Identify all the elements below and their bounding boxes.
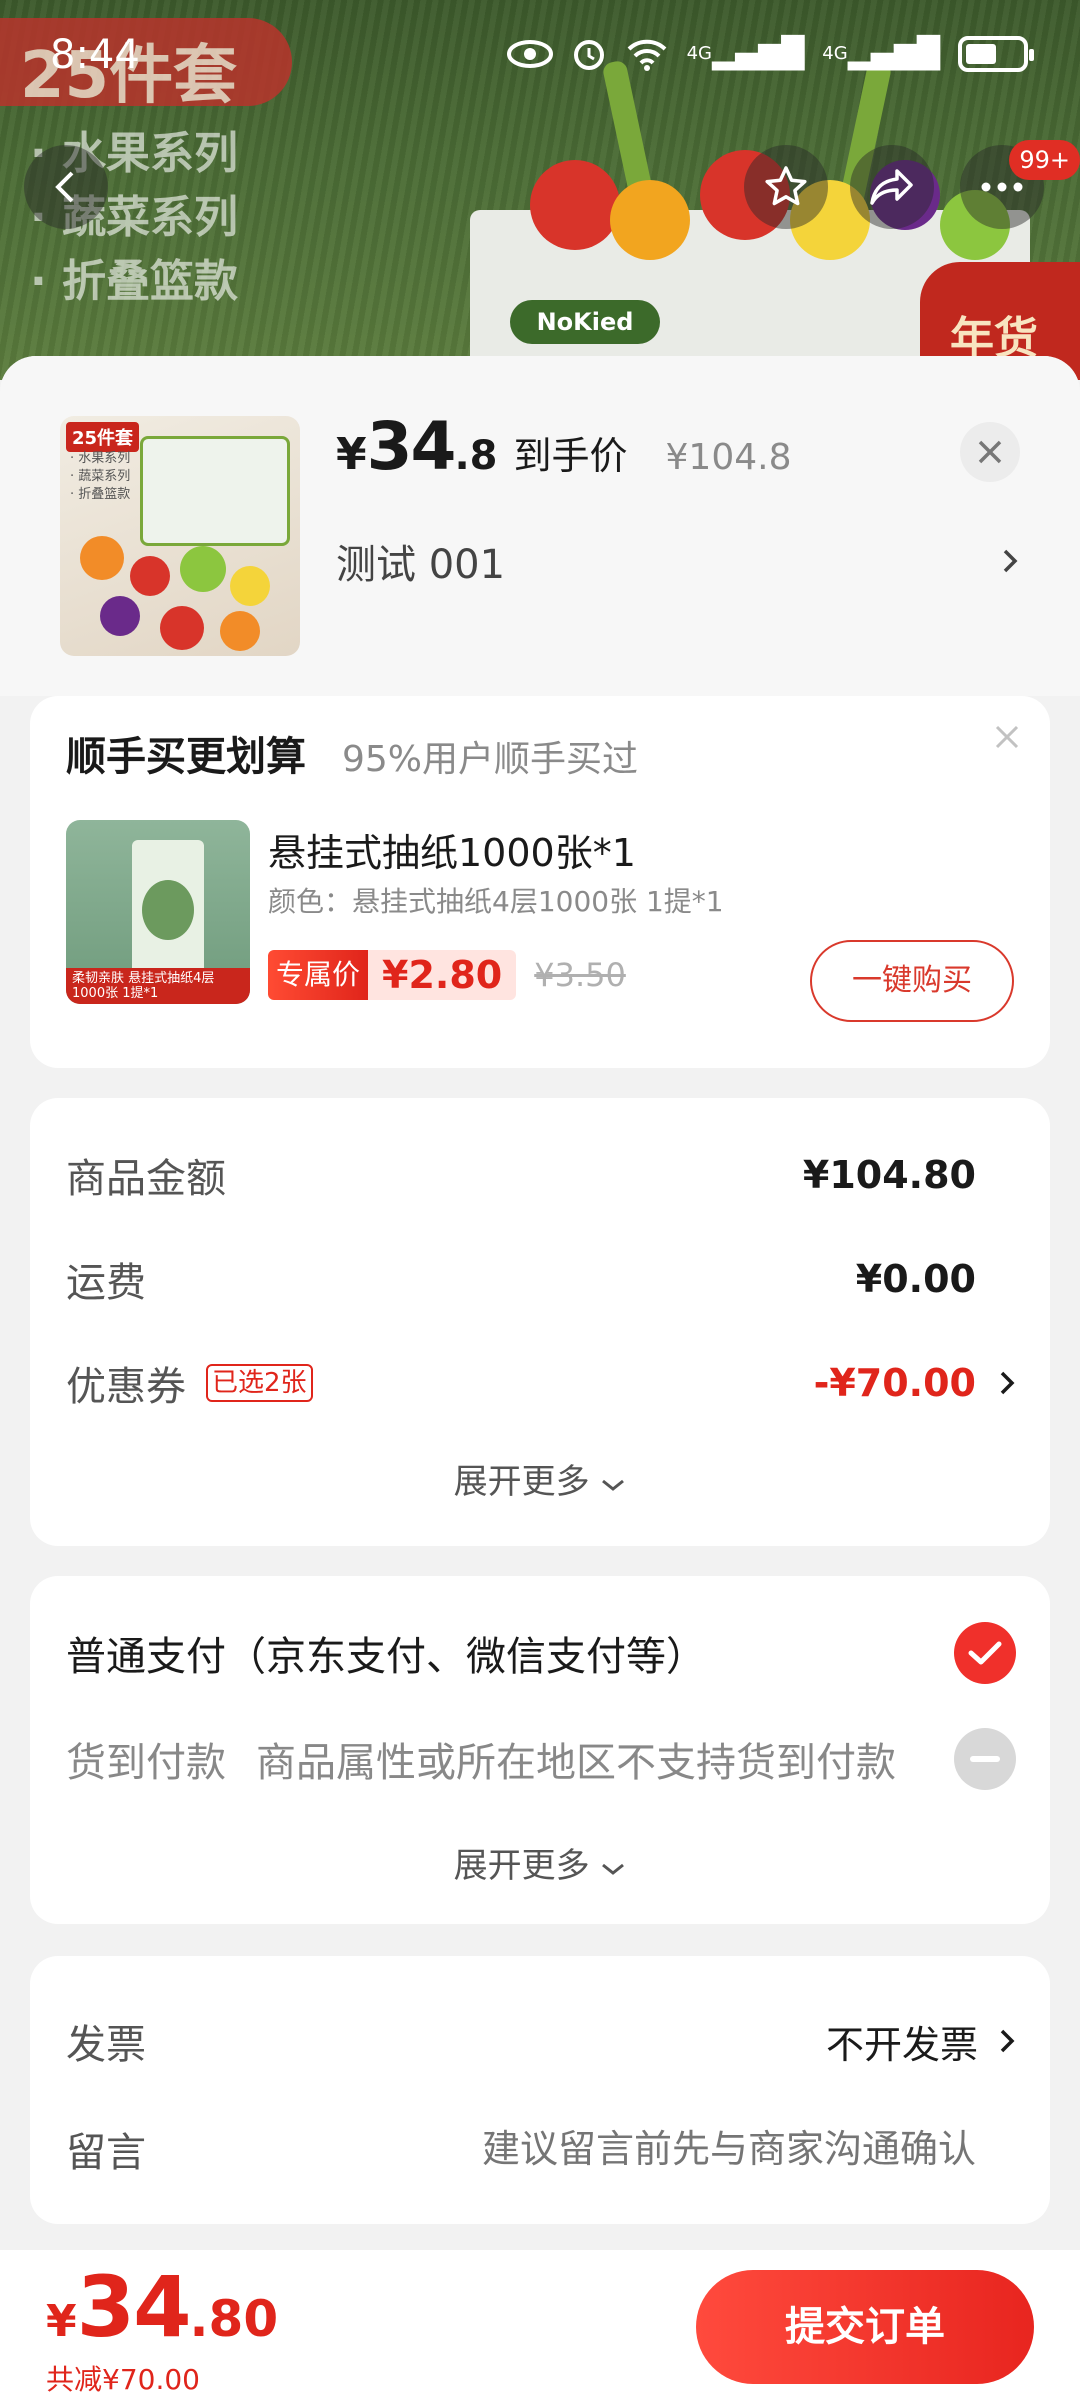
- addon-image-label: 柔韧亲肤 悬挂式抽纸4层1000张 1提*1: [66, 968, 250, 1004]
- payment-normal-label: 普通支付（京东支付、微信支付等）: [66, 1634, 706, 1680]
- invoice-value: 不开发票: [825, 2022, 978, 2067]
- signal-4g-1: 4G▂▄▆█: [686, 36, 805, 71]
- share-button[interactable]: [850, 145, 934, 229]
- addon-price-row: 专属价 ¥2.80 ¥3.50: [268, 950, 626, 1000]
- shipping-value: ¥0.00: [855, 1257, 976, 1301]
- coupon-row[interactable]: 优惠券 已选2张 -¥70.00: [66, 1348, 1016, 1418]
- shipping-row: 运费 ¥0.00: [66, 1244, 1016, 1314]
- invoice-row[interactable]: 发票 不开发票: [66, 2006, 1016, 2076]
- close-sheet-button[interactable]: [960, 422, 1020, 482]
- payment-method-card: 普通支付（京东支付、微信支付等） 货到付款 商品属性或所在地区不支持货到付款 展开…: [30, 1576, 1050, 1924]
- coupon-value-group: -¥70.00: [814, 1361, 1016, 1405]
- message-row: 留言: [66, 2114, 1016, 2184]
- chevron-down-icon: [602, 1479, 625, 1491]
- selected-spec: 测试 001: [336, 542, 506, 588]
- goods-amount-value: ¥104.80: [802, 1153, 976, 1197]
- exclusive-price: ¥2.80: [368, 950, 517, 1000]
- submit-order-button[interactable]: 提交订单: [696, 2270, 1034, 2384]
- price-decimal: .8: [454, 433, 498, 479]
- addon-item-spec: 颜色：悬挂式抽纸4层1000张 1提*1: [268, 885, 724, 918]
- payment-option-cod: 货到付款 商品属性或所在地区不支持货到付款: [66, 1724, 1016, 1794]
- chevron-left-icon: [55, 171, 74, 203]
- product-summary: 25件套 · 水果系列 · 蔬菜系列 · 折叠篮款 ¥ 34 .8 到手价 ¥1…: [0, 356, 1080, 696]
- thumb-feature: · 折叠篮款: [70, 487, 131, 502]
- minus-icon: [970, 1756, 1000, 1762]
- payment-cod-label: 货到付款: [66, 1740, 226, 1786]
- exclusive-price-tag: 专属价: [268, 950, 369, 1000]
- radio-checked[interactable]: [954, 1622, 1016, 1684]
- chevron-right-icon: [1003, 549, 1018, 573]
- shipping-label: 运费: [66, 1260, 146, 1306]
- eye-icon: [506, 40, 553, 68]
- addon-original-price: ¥3.50: [534, 956, 626, 994]
- addon-title: 顺手买更划算: [66, 734, 306, 780]
- one-click-buy-button[interactable]: 一键购买: [810, 940, 1014, 1022]
- thumb-feature-list: · 水果系列 · 蔬菜系列 · 折叠篮款: [70, 450, 130, 504]
- more-dots-icon: [981, 182, 1023, 192]
- share-icon: [870, 169, 913, 205]
- status-bar: 8:44 4G▂▄▆█ 4G▂▄▆█: [0, 0, 1080, 110]
- checkout-bar: ¥ 34 .80 共减¥70.00 提交订单: [0, 2250, 1080, 2400]
- alarm-icon: [573, 40, 604, 70]
- backdrop-brand-logo: NoKied: [510, 300, 660, 344]
- total-discount: 共减¥70.00: [46, 2363, 200, 2396]
- coupon-label-group: 优惠券 已选2张: [66, 1354, 313, 1412]
- message-label: 留言: [66, 2130, 146, 2176]
- order-confirm-sheet: 25件套 · 水果系列 · 蔬菜系列 · 折叠篮款 ¥ 34 .8 到手价 ¥1…: [0, 356, 1080, 2400]
- chevron-right-icon: [1000, 2029, 1015, 2053]
- invoice-value-group: 不开发票: [826, 2014, 1016, 2069]
- close-icon: [995, 725, 1019, 749]
- addon-item-image[interactable]: 柔韧亲肤 悬挂式抽纸4层1000张 1提*1: [66, 820, 250, 1004]
- amounts-expand-button[interactable]: 展开更多: [30, 1454, 1050, 1503]
- back-button[interactable]: [24, 145, 108, 229]
- payment-expand-button[interactable]: 展开更多: [30, 1838, 1050, 1887]
- signal-4g-2: 4G▂▄▆█: [822, 36, 940, 71]
- favorite-button[interactable]: [744, 145, 828, 229]
- star-icon: [765, 166, 807, 206]
- amounts-card: 商品金额 ¥104.80 运费 ¥0.00 优惠券 已选2张 -¥70.00 展…: [30, 1098, 1050, 1546]
- chevron-right-icon: [1000, 1371, 1015, 1395]
- thumb-feature: · 水果系列: [70, 451, 131, 466]
- close-icon: [978, 440, 1002, 464]
- price-currency: ¥: [336, 429, 367, 480]
- coupon-value: -¥70.00: [813, 1361, 976, 1405]
- payment-option-normal[interactable]: 普通支付（京东支付、微信支付等）: [66, 1618, 1016, 1688]
- expand-label: 展开更多: [453, 1462, 590, 1502]
- spec-selector[interactable]: 测试 001: [336, 526, 1020, 596]
- thumb-feature: · 蔬菜系列: [70, 469, 131, 484]
- backdrop-feature: · 折叠篮款: [30, 256, 239, 307]
- payment-cod-label-group: 货到付款 商品属性或所在地区不支持货到付款: [66, 1730, 896, 1788]
- invoice-label: 发票: [66, 2022, 146, 2068]
- radio-disabled: [954, 1728, 1016, 1790]
- expand-label: 展开更多: [453, 1846, 590, 1886]
- checkmark-icon: [968, 1641, 1002, 1665]
- battery-icon: [958, 36, 1034, 72]
- payment-cod-note: 商品属性或所在地区不支持货到付款: [256, 1740, 896, 1786]
- wifi-icon: [627, 39, 666, 71]
- total-integer: 34: [76, 2258, 192, 2356]
- price-integer: 34: [366, 408, 457, 485]
- addon-close-button[interactable]: [994, 714, 1020, 760]
- message-count-badge: 99+: [1009, 140, 1080, 180]
- product-thumbnail[interactable]: 25件套 · 水果系列 · 蔬菜系列 · 折叠篮款: [60, 416, 300, 656]
- goods-amount-label: 商品金额: [66, 1156, 226, 1202]
- order-total: ¥ 34 .80: [46, 2258, 278, 2356]
- price-row: ¥ 34 .8 到手价 ¥104.8: [336, 408, 792, 485]
- status-time: 8:44: [50, 32, 140, 78]
- chevron-down-icon: [602, 1863, 625, 1875]
- coupon-selected-tag: 已选2张: [206, 1364, 313, 1402]
- total-decimal: .80: [189, 2290, 279, 2348]
- addon-subtitle: 95%用户顺手买过: [342, 739, 639, 780]
- extras-card: 发票 不开发票 留言: [30, 1956, 1050, 2224]
- addon-item-name: 悬挂式抽纸1000张*1: [268, 831, 636, 875]
- original-price: ¥104.8: [665, 437, 792, 478]
- thumb-badge: 25件套: [66, 422, 140, 452]
- status-icons: 4G▂▄▆█ 4G▂▄▆█: [506, 34, 1034, 74]
- message-input[interactable]: [376, 2127, 976, 2171]
- total-currency: ¥: [46, 2296, 77, 2347]
- price-label: 到手价: [513, 434, 628, 478]
- addon-recommendation-card: 顺手买更划算 95%用户顺手买过 柔韧亲肤 悬挂式抽纸4层1000张 1提*1 …: [30, 696, 1050, 1068]
- coupon-label: 优惠券: [66, 1364, 186, 1410]
- goods-amount-row: 商品金额 ¥104.80: [66, 1140, 1016, 1210]
